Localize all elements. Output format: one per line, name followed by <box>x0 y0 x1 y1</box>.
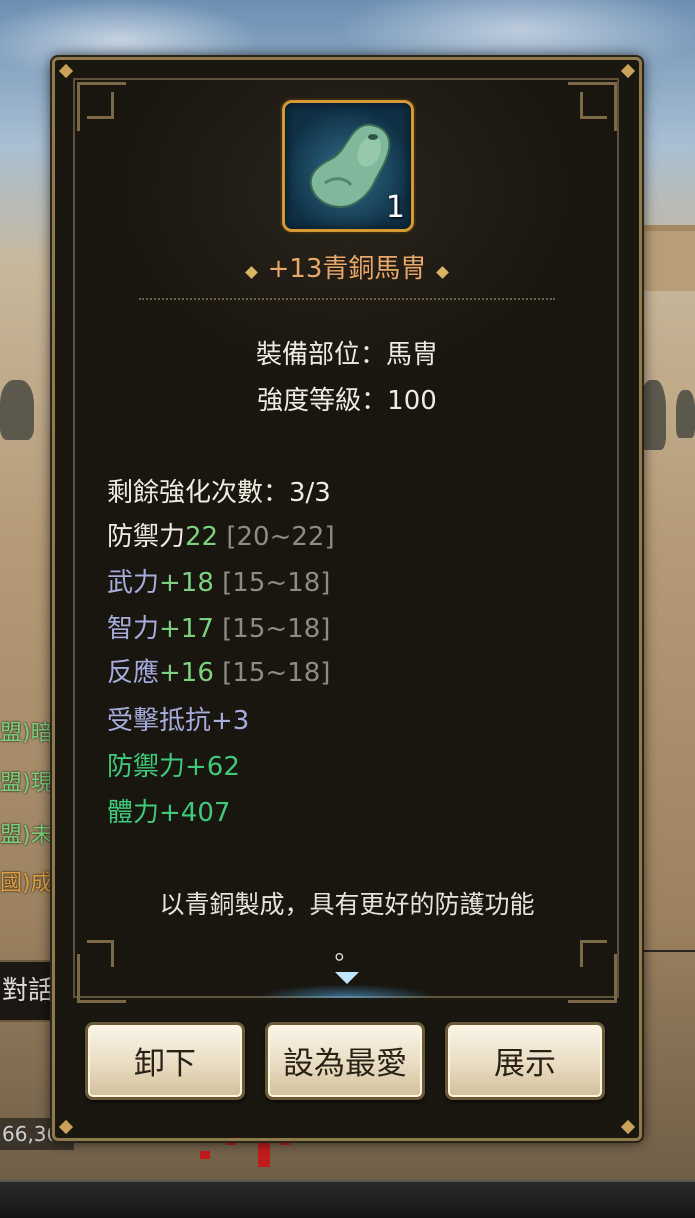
equip-slot-line: 裝備部位：馬冑 <box>255 340 438 370</box>
stat-label: 反應 <box>107 658 160 688</box>
set-favorite-button[interactable]: 設為最愛 <box>265 1022 425 1100</box>
stat-range: [15~18] <box>222 614 331 644</box>
stat-label: 武力 <box>107 568 160 598</box>
item-detail-panel: 1 +13青銅馬冑 裝備部位：馬冑 強度等級：100 剩餘強化次數：3/3 防禦… <box>52 57 642 1141</box>
strength-level-line: 強度等級：100 <box>257 386 437 416</box>
stat-label: 智力 <box>107 614 160 644</box>
stat-defense: 防禦力22 [20~22] <box>107 516 335 553</box>
frame-corner-ornament <box>87 92 114 119</box>
stat-intelligence: 智力+17 [15~18] <box>107 608 330 645</box>
soldier-figure <box>640 380 666 450</box>
frame-corner-ornament <box>580 92 607 119</box>
stat-range: [15~18] <box>222 658 331 688</box>
soldier-figure <box>676 390 695 438</box>
chat-log: 盟)暗 盟)現 盟)未 國)成 <box>0 715 60 905</box>
show-button[interactable]: 展示 <box>445 1022 605 1100</box>
chat-line: 盟)暗 <box>0 721 53 746</box>
frame-stud <box>58 63 74 79</box>
diamond-icon <box>436 266 450 279</box>
item-title-row: +13青銅馬冑 <box>55 248 639 285</box>
stat-label: 防禦力 <box>107 522 186 552</box>
item-icon-slot: 1 <box>282 100 414 232</box>
chat-line: 盟)現 <box>0 771 53 796</box>
unequip-button[interactable]: 卸下 <box>85 1022 245 1100</box>
frame-stud <box>58 1119 74 1135</box>
stat-value: +17 <box>159 614 214 644</box>
item-description: 以青銅製成，具有更好的防護功能 。 <box>95 882 599 974</box>
bottom-bar <box>0 1180 695 1218</box>
stat-value: 22 <box>185 522 219 552</box>
stat-reaction: 反應+16 [15~18] <box>107 652 330 689</box>
soldier-figure <box>0 380 34 440</box>
divider <box>139 298 555 300</box>
stat-defense-bonus: 防禦力+62 <box>107 752 240 782</box>
stat-range: [15~18] <box>222 568 331 598</box>
scroll-down-arrow-icon[interactable] <box>335 972 359 984</box>
diamond-icon <box>244 266 258 279</box>
stat-strength: 武力+18 [15~18] <box>107 562 330 599</box>
item-count: 1 <box>385 190 405 225</box>
stat-value: +16 <box>159 658 214 688</box>
frame-stud <box>620 63 636 79</box>
stat-value: +18 <box>159 568 214 598</box>
refine-count-line: 剩餘強化次數：3/3 <box>107 478 331 508</box>
stat-hit-resist: 受擊抵抗+3 <box>107 706 250 736</box>
description-line: 以青銅製成，具有更好的防護功能 <box>159 890 535 919</box>
chat-line: 國)成 <box>0 871 53 896</box>
frame-stud <box>620 1119 636 1135</box>
chat-line: 盟)未 <box>0 823 53 848</box>
stat-range: [20~22] <box>226 522 335 552</box>
stat-hp-bonus: 體力+407 <box>107 798 231 828</box>
item-name: +13青銅馬冑 <box>267 254 427 284</box>
